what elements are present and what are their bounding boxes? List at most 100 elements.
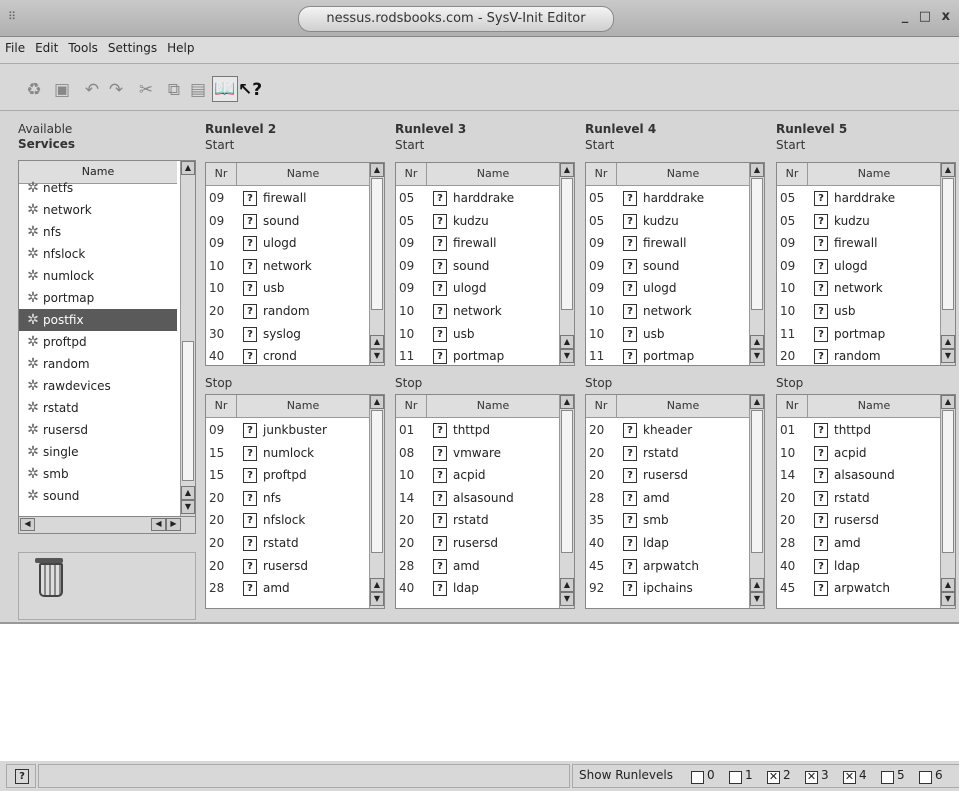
list-item[interactable]: 11? portmap bbox=[396, 345, 560, 365]
runlevel-start-list[interactable]: Nr Name 05? harddrake 05? kudzu 09? firewall 09?… bbox=[585, 162, 765, 366]
scroll-right-icon[interactable]: ▶ bbox=[166, 518, 181, 531]
list-item[interactable]: 40? ldap bbox=[586, 532, 750, 555]
service-item[interactable]: ✲ netfs bbox=[19, 177, 177, 199]
runlevel-start-list[interactable]: Nr Name 09? firewall 09? sound 09? ulogd 10? netw… bbox=[205, 162, 385, 366]
list-item[interactable]: 05? harddrake bbox=[586, 187, 750, 210]
scroll-thumb[interactable] bbox=[371, 410, 383, 553]
list-item[interactable]: 10? usb bbox=[206, 277, 370, 300]
scroll-up-icon[interactable]: ▲ bbox=[560, 163, 574, 177]
name-column-header[interactable]: Name bbox=[617, 163, 749, 185]
service-item[interactable]: ✲ nfslock bbox=[19, 243, 177, 265]
list-item[interactable]: 10? network bbox=[777, 277, 941, 300]
nr-column-header[interactable]: Nr bbox=[206, 163, 237, 185]
nr-column-header[interactable]: Nr bbox=[586, 395, 617, 417]
runlevel-start-list[interactable]: Nr Name 05? harddrake 05? kudzu 09? firewall 09?… bbox=[776, 162, 956, 366]
list-item[interactable]: 09? firewall bbox=[396, 232, 560, 255]
runlevel-3-checkbox[interactable]: ✕ bbox=[805, 771, 818, 784]
service-item[interactable]: ✲ smb bbox=[19, 463, 177, 485]
scroll-down-icon[interactable]: ▼ bbox=[181, 500, 195, 514]
list-item[interactable]: 05? harddrake bbox=[396, 187, 560, 210]
runlevel-1-checkbox[interactable] bbox=[729, 771, 742, 784]
list-item[interactable]: 20? rusersd bbox=[777, 509, 941, 532]
runlevel-stop-list[interactable]: Nr Name 20? kheader 20? rstatd 20? rusersd 28? am… bbox=[585, 394, 765, 609]
list-item[interactable]: 28? amd bbox=[396, 555, 560, 578]
list-scrollbar[interactable]: ▲ ▲ ▼ bbox=[369, 395, 384, 608]
list-item[interactable]: 20? rstatd bbox=[396, 509, 560, 532]
list-item[interactable]: 20? nfs bbox=[206, 487, 370, 510]
list-item[interactable]: 05? kudzu bbox=[586, 210, 750, 233]
copy-icon[interactable]: ⧉ bbox=[162, 78, 186, 102]
list-item[interactable]: 15? numlock bbox=[206, 442, 370, 465]
service-item[interactable]: ✲ portmap bbox=[19, 287, 177, 309]
refresh-icon[interactable]: ♻ bbox=[22, 78, 46, 102]
scroll-up-icon[interactable]: ▲ bbox=[370, 335, 384, 349]
list-item[interactable]: 28? amd bbox=[777, 532, 941, 555]
list-item[interactable]: 30? syslog bbox=[206, 323, 370, 346]
list-item[interactable]: 45? arpwatch bbox=[586, 555, 750, 578]
list-item[interactable]: 09? ulogd bbox=[777, 255, 941, 278]
list-item[interactable]: 20? rusersd bbox=[206, 555, 370, 578]
nr-column-header[interactable]: Nr bbox=[777, 395, 808, 417]
list-item[interactable]: 09? firewall bbox=[206, 187, 370, 210]
list-item[interactable]: 20? rstatd bbox=[586, 442, 750, 465]
list-item[interactable]: 05? harddrake bbox=[777, 187, 941, 210]
undo-icon[interactable]: ↶ bbox=[80, 78, 104, 102]
scroll-thumb[interactable] bbox=[561, 178, 573, 310]
service-item[interactable]: ✲ rusersd bbox=[19, 419, 177, 441]
list-item[interactable]: 09? firewall bbox=[777, 232, 941, 255]
menu-settings[interactable]: Settings bbox=[103, 37, 162, 55]
list-scrollbar[interactable]: ▲ ▲ ▼ bbox=[940, 163, 955, 365]
list-item[interactable]: 10? usb bbox=[777, 300, 941, 323]
list-item[interactable]: 28? amd bbox=[206, 577, 370, 600]
services-scrollbar[interactable]: ▲ ▲ ▼ bbox=[180, 161, 195, 516]
service-item[interactable]: ✲ rstatd bbox=[19, 397, 177, 419]
list-item[interactable]: 14? alsasound bbox=[396, 487, 560, 510]
scroll-left-icon[interactable]: ◀ bbox=[151, 518, 166, 531]
list-item[interactable]: 10? usb bbox=[586, 323, 750, 346]
scroll-up-icon[interactable]: ▲ bbox=[370, 395, 384, 409]
list-item[interactable]: 40? ldap bbox=[396, 577, 560, 600]
service-item[interactable]: ✲ rawdevices bbox=[19, 375, 177, 397]
scroll-up-icon[interactable]: ▲ bbox=[560, 335, 574, 349]
whats-this-help-icon[interactable]: ↖? bbox=[238, 78, 262, 102]
menu-file[interactable]: File bbox=[0, 37, 30, 55]
list-scrollbar[interactable]: ▲ ▲ ▼ bbox=[940, 395, 955, 608]
list-scrollbar[interactable]: ▲ ▲ ▼ bbox=[749, 163, 764, 365]
list-item[interactable]: 09? firewall bbox=[586, 232, 750, 255]
book-icon[interactable]: 📖 bbox=[212, 76, 238, 102]
list-item[interactable]: 10? acpid bbox=[396, 464, 560, 487]
scroll-thumb[interactable] bbox=[561, 410, 573, 553]
window-controls[interactable]: _ □ x bbox=[902, 9, 953, 24]
scroll-down-icon[interactable]: ▼ bbox=[750, 349, 764, 363]
name-column-header[interactable]: Name bbox=[427, 163, 559, 185]
scroll-up-icon[interactable]: ▲ bbox=[370, 163, 384, 177]
runlevel-5-checkbox[interactable] bbox=[881, 771, 894, 784]
menu-tools[interactable]: Tools bbox=[63, 37, 103, 55]
scroll-thumb[interactable] bbox=[942, 410, 954, 553]
list-item[interactable]: 11? portmap bbox=[586, 345, 750, 365]
service-item[interactable]: ✲ numlock bbox=[19, 265, 177, 287]
list-item[interactable]: 28? amd bbox=[586, 487, 750, 510]
list-item[interactable]: 10? network bbox=[586, 300, 750, 323]
service-item[interactable]: ✲ postfix bbox=[19, 309, 177, 331]
window-menu-icon[interactable]: ⠿ bbox=[8, 10, 24, 26]
service-item[interactable]: ✲ random bbox=[19, 353, 177, 375]
trash-drop-area[interactable] bbox=[18, 552, 196, 620]
scroll-up-icon[interactable]: ▲ bbox=[370, 578, 384, 592]
paste-icon[interactable]: ▤ bbox=[186, 78, 210, 102]
name-column-header[interactable]: Name bbox=[808, 163, 940, 185]
list-item[interactable]: 45? arpwatch bbox=[777, 577, 941, 600]
scroll-up-icon[interactable]: ▲ bbox=[560, 578, 574, 592]
scroll-up-icon[interactable]: ▲ bbox=[750, 335, 764, 349]
menu-help[interactable]: Help bbox=[162, 37, 199, 55]
nr-column-header[interactable]: Nr bbox=[396, 163, 427, 185]
list-item[interactable]: 92? ipchains bbox=[586, 577, 750, 600]
scroll-down-icon[interactable]: ▼ bbox=[941, 349, 955, 363]
list-item[interactable]: 40? crond bbox=[206, 345, 370, 365]
list-item[interactable]: 10? acpid bbox=[777, 442, 941, 465]
services-hscrollbar[interactable]: ◀ ◀ ▶ bbox=[18, 516, 196, 534]
runlevel-start-list[interactable]: Nr Name 05? harddrake 05? kudzu 09? firewall 09?… bbox=[395, 162, 575, 366]
name-column-header[interactable]: Name bbox=[617, 395, 749, 417]
list-item[interactable]: 20? kheader bbox=[586, 419, 750, 442]
scroll-up-icon[interactable]: ▲ bbox=[941, 395, 955, 409]
